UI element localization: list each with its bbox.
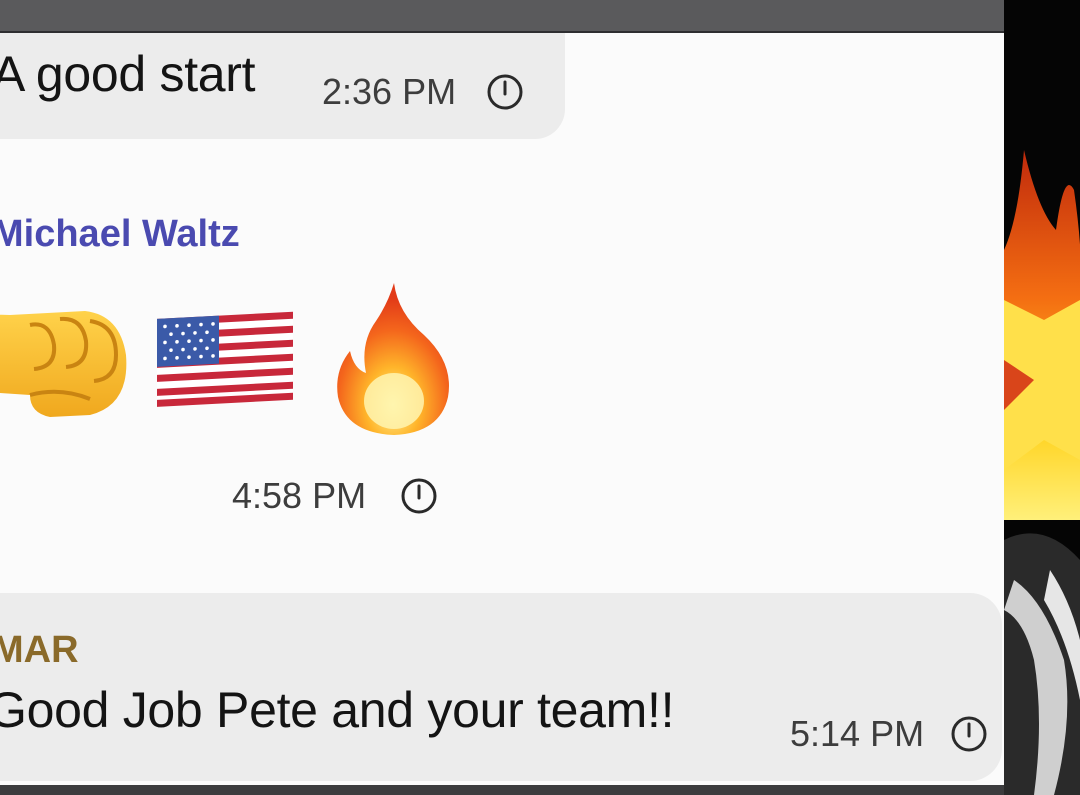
message-sender[interactable]: Michael Waltz [0, 213, 240, 256]
clock-icon [401, 478, 437, 514]
fire-emoji [337, 283, 449, 435]
chat-thread[interactable]: A good start 2:36 PM Michael Waltz 4:58 … [0, 33, 1004, 785]
us-flag-emoji [157, 311, 293, 407]
message-text: Good Job Pete and your team!! [0, 682, 675, 738]
top-bar [0, 0, 1004, 33]
message-timestamp: 2:36 PM [322, 71, 457, 112]
message-sender[interactable]: MAR [0, 629, 79, 672]
message-timestamp: 5:14 PM [790, 713, 925, 754]
clock-icon [951, 716, 987, 752]
message-timestamp: 4:58 PM [232, 475, 367, 516]
bottom-bar [0, 785, 1004, 795]
clock-icon [487, 74, 523, 110]
fire-artwork [1004, 0, 1080, 795]
oncoming-fist-emoji [0, 311, 127, 417]
fire-art-image [1004, 0, 1080, 795]
message-text: A good start [0, 46, 256, 102]
